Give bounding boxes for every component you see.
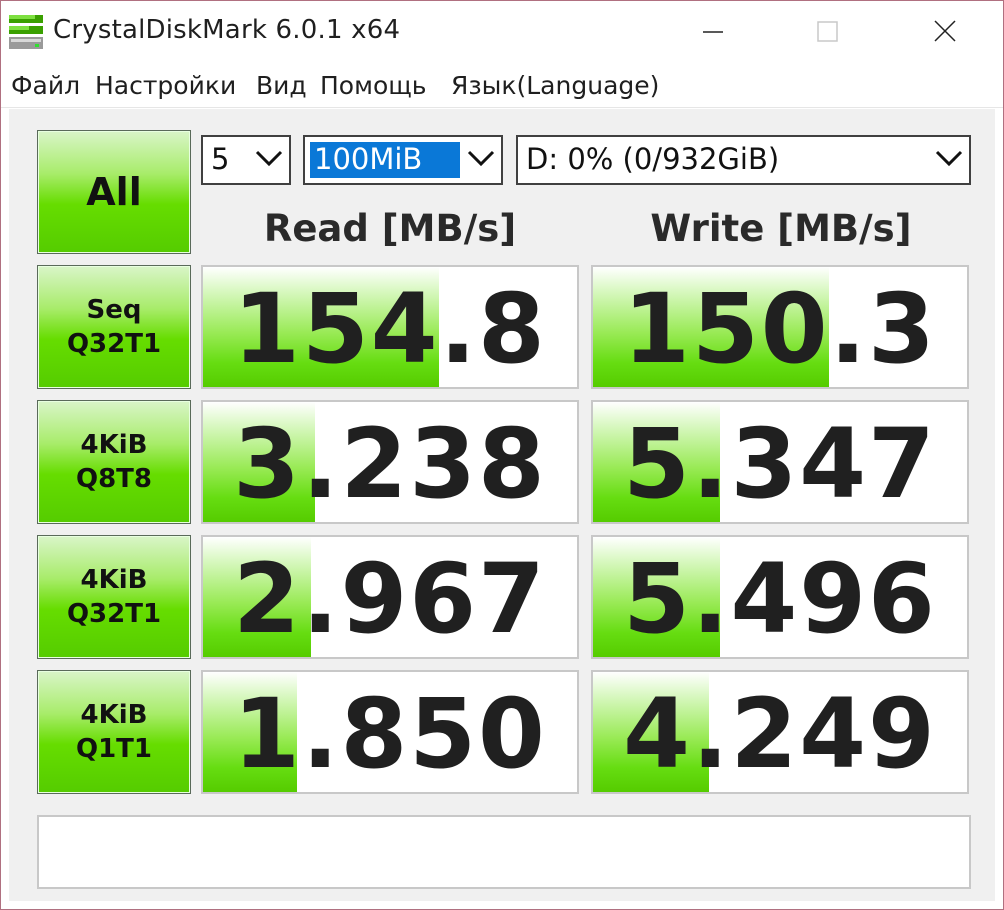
test-label-line1: 4KiB [80,700,148,730]
read-result-cell: 3.238 [201,400,579,524]
test-label-line1: Seq [86,295,142,325]
test-label-line1: 4KiB [80,565,148,595]
read-result-value: 2.967 [233,543,547,655]
write-result-value: 5.496 [623,543,937,655]
test-size-value: 100MiB [314,142,423,176]
maximize-button[interactable] [771,1,887,63]
test-count-select[interactable]: 5 [201,135,291,185]
maximize-icon [817,21,838,42]
test-label-line2: Q1T1 [75,734,153,764]
menu-view[interactable]: Вид [256,71,307,100]
title-bar[interactable]: CrystalDiskMark 6.0.1 x64 [1,1,1003,63]
close-button[interactable] [887,1,1003,63]
test-button-4kib-q1t1[interactable]: 4KiB Q1T1 [37,670,191,794]
write-result-cell: 5.496 [591,535,969,659]
write-result-cell: 5.347 [591,400,969,524]
test-label-line1: 4KiB [80,430,148,460]
read-result-cell: 154.8 [201,265,579,389]
test-button-4kib-q8t8[interactable]: 4KiB Q8T8 [37,400,191,524]
chevron-down-icon [935,150,963,167]
test-label-line2: Q32T1 [66,329,162,359]
read-result-value: 1.850 [233,678,547,790]
menu-bar: Файл Настройки Вид Помощь Язык(Language) [1,63,1003,109]
write-result-value: 4.249 [623,678,937,790]
close-icon [934,20,956,42]
read-header: Read [MB/s] [263,207,517,250]
menu-file[interactable]: Файл [11,71,80,100]
write-header: Write [MB/s] [650,207,912,250]
write-result-cell: 150.3 [591,265,969,389]
test-button-seq-q32t1[interactable]: Seq Q32T1 [37,265,191,389]
window-title: CrystalDiskMark 6.0.1 x64 [53,15,401,45]
test-size-highlight: 100MiB [310,142,460,178]
crystaldiskmark-app-icon [7,11,47,53]
comment-input[interactable] [37,815,971,889]
read-result-cell: 2.967 [201,535,579,659]
test-label-line2: Q32T1 [66,599,162,629]
chevron-down-icon [255,150,283,167]
write-result-value: 150.3 [623,273,937,385]
drive-value: D: 0% (0/932GiB) [526,142,780,176]
read-result-value: 3.238 [233,408,547,520]
test-label-line2: Q8T8 [75,464,153,494]
all-tests-button[interactable]: All [37,130,191,254]
app-window: CrystalDiskMark 6.0.1 x64 Файл Настройки… [0,0,1004,910]
menu-separator [1,107,1003,108]
drive-select[interactable]: D: 0% (0/932GiB) [516,135,971,185]
read-result-value: 154.8 [233,273,547,385]
write-result-value: 5.347 [623,408,937,520]
minimize-icon [703,31,723,33]
menu-help[interactable]: Помощь [320,71,427,100]
chevron-down-icon [467,150,495,167]
menu-settings[interactable]: Настройки [95,71,236,100]
test-count-value: 5 [211,142,230,176]
all-tests-label: All [86,170,142,214]
write-result-cell: 4.249 [591,670,969,794]
minimize-button[interactable] [655,1,771,63]
read-result-cell: 1.850 [201,670,579,794]
test-button-4kib-q32t1[interactable]: 4KiB Q32T1 [37,535,191,659]
test-size-select[interactable]: 100MiB [303,135,503,185]
menu-language[interactable]: Язык(Language) [451,71,659,100]
